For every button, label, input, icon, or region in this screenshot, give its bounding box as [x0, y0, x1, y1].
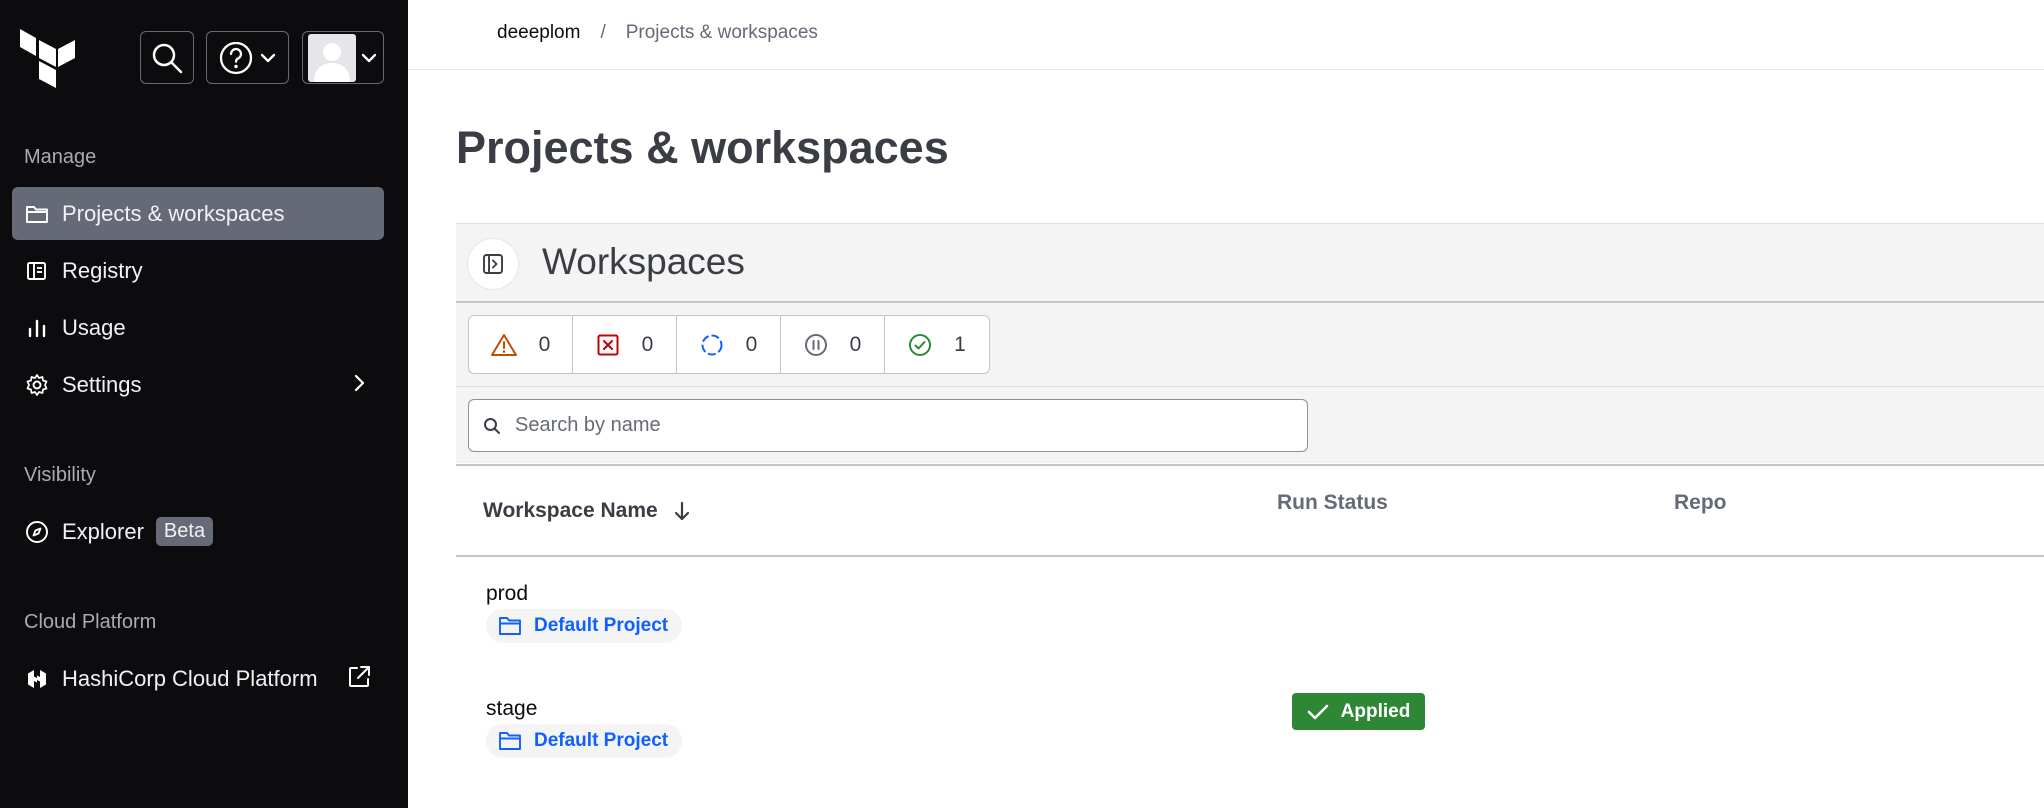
- gear-icon: [24, 372, 50, 398]
- search-icon: [484, 417, 500, 434]
- registry-icon: [24, 258, 50, 284]
- filter-warning[interactable]: 0: [469, 316, 573, 373]
- workspace-name-link[interactable]: stage: [486, 697, 537, 721]
- panel-divider: [456, 386, 2044, 387]
- search-icon: [152, 43, 183, 73]
- sidebar-item-label: Registry: [62, 257, 143, 283]
- filter-running[interactable]: 0: [677, 316, 781, 373]
- table-top-border: [456, 464, 2044, 466]
- chevron-down-icon: [361, 53, 377, 62]
- column-header-repo: Repo: [1674, 491, 1727, 514]
- page-title: Projects & workspaces: [456, 122, 949, 173]
- project-chip[interactable]: Default Project: [486, 609, 683, 643]
- filter-count: 0: [849, 332, 862, 356]
- sidebar-item-label: HashiCorp Cloud Platform: [62, 665, 318, 691]
- project-chip[interactable]: Default Project: [486, 724, 683, 758]
- filter-applied[interactable]: 1: [885, 316, 989, 373]
- sidebar-toggle-icon: [483, 254, 503, 274]
- beta-badge: Beta: [155, 517, 214, 546]
- column-header-run-status: Run Status: [1277, 491, 1388, 514]
- workspace-search[interactable]: [468, 399, 1308, 452]
- filter-count: 0: [538, 332, 551, 356]
- sidebar-item-registry[interactable]: Registry: [12, 244, 384, 297]
- column-header-workspace-name[interactable]: Workspace Name: [483, 499, 692, 523]
- cloud-platform-section-label: Cloud Platform: [24, 611, 157, 633]
- sidebar-item-label: Explorer: [62, 518, 144, 544]
- sidebar-item-projects-workspaces[interactable]: Projects & workspaces: [12, 187, 384, 240]
- project-label: Default Project: [534, 730, 669, 751]
- sidebar-item-usage[interactable]: Usage: [12, 301, 384, 354]
- running-icon: [701, 334, 723, 355]
- warning-icon: [490, 333, 517, 356]
- search-input[interactable]: [515, 414, 1275, 437]
- terraform-logo-icon[interactable]: [20, 29, 76, 89]
- header-divider: [408, 69, 2044, 70]
- project-label: Default Project: [534, 615, 669, 636]
- filter-errored[interactable]: 0: [573, 316, 677, 373]
- sidebar-item-hcp[interactable]: HashiCorp Cloud Platform: [12, 652, 384, 705]
- panel-divider: [456, 301, 2044, 303]
- filter-count: 1: [954, 332, 966, 356]
- folder-icon: [499, 732, 521, 750]
- collapse-sidebar-button[interactable]: [467, 238, 519, 290]
- column-header-label: Workspace Name: [483, 499, 658, 522]
- table-header-border: [456, 555, 2044, 557]
- run-status-badge[interactable]: Applied: [1292, 693, 1425, 730]
- arrow-down-icon: [674, 501, 689, 521]
- bar-chart-icon: [24, 315, 50, 341]
- visibility-section-label: Visibility: [24, 464, 96, 486]
- filter-count: 0: [745, 332, 758, 356]
- sidebar: Manage Projects & workspaces Registry Us…: [0, 0, 408, 808]
- folder-icon: [499, 617, 521, 635]
- hashicorp-icon: [24, 666, 50, 692]
- sidebar-item-label: Settings: [62, 371, 142, 397]
- filter-count: 0: [641, 332, 654, 356]
- user-menu-button[interactable]: [302, 31, 384, 84]
- status-filters: 0 0 0 0 1: [468, 315, 990, 374]
- external-link-icon: [349, 666, 370, 687]
- avatar: [308, 33, 356, 82]
- chevron-right-icon: [354, 374, 365, 392]
- breadcrumb-separator: /: [600, 22, 606, 43]
- workspace-name-link[interactable]: prod: [486, 582, 528, 606]
- sidebar-item-explorer[interactable]: Explorer Beta: [12, 505, 384, 558]
- help-menu-button[interactable]: [206, 31, 289, 84]
- chevron-down-icon: [260, 53, 275, 62]
- sidebar-item-label: Usage: [62, 314, 126, 340]
- filter-paused[interactable]: 0: [781, 316, 885, 373]
- error-icon: [597, 334, 619, 355]
- sidebar-item-settings[interactable]: Settings: [12, 358, 384, 411]
- check-icon: [1307, 704, 1328, 719]
- compass-icon: [24, 519, 50, 545]
- sidebar-item-label: Projects & workspaces: [62, 200, 285, 226]
- manage-section-label: Manage: [24, 146, 97, 168]
- workspaces-heading: Workspaces: [542, 241, 745, 282]
- pause-icon: [804, 333, 827, 356]
- breadcrumb-current: Projects & workspaces: [625, 22, 818, 43]
- search-button[interactable]: [140, 31, 194, 84]
- help-icon: [219, 41, 252, 74]
- run-status-label: Applied: [1340, 700, 1411, 722]
- folder-icon: [24, 201, 50, 227]
- breadcrumb-org-link[interactable]: deeeplom: [497, 22, 580, 44]
- breadcrumb: deeeplom / Projects & workspaces: [497, 22, 818, 44]
- check-circle-icon: [909, 333, 932, 356]
